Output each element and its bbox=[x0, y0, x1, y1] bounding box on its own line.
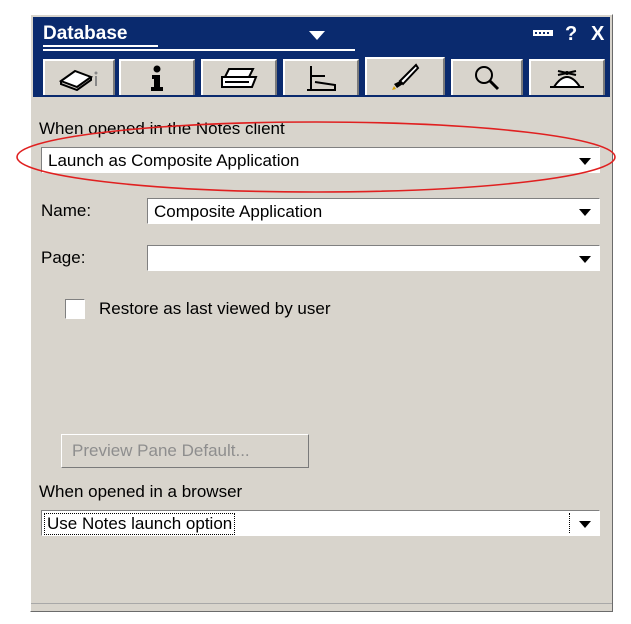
chevron-down-icon[interactable] bbox=[579, 158, 591, 165]
notes-client-section-label: When opened in the Notes client bbox=[39, 119, 285, 138]
browser-section-label: When opened in a browser bbox=[39, 482, 243, 501]
title-underline bbox=[43, 49, 355, 51]
properties-window: Database ? X When opened in the Notes cl… bbox=[30, 14, 613, 612]
database-info-icon bbox=[58, 69, 98, 91]
magnifier-icon bbox=[475, 66, 500, 91]
name-select[interactable]: Composite Application bbox=[147, 198, 600, 224]
tab-advanced[interactable] bbox=[529, 59, 605, 95]
printer-icon bbox=[221, 68, 258, 88]
close-button[interactable]: X bbox=[591, 23, 604, 46]
combo-divider bbox=[569, 513, 571, 533]
tab-info[interactable] bbox=[119, 59, 195, 95]
name-label: Name: bbox=[41, 201, 92, 220]
window-title: Database bbox=[43, 23, 158, 47]
help-button[interactable]: ? bbox=[565, 23, 577, 46]
design-ruler-icon bbox=[307, 66, 336, 91]
info-icon bbox=[151, 65, 163, 91]
page-select[interactable] bbox=[147, 245, 600, 271]
chevron-down-icon[interactable] bbox=[579, 521, 591, 528]
notes-launch-value: Launch as Composite Application bbox=[48, 151, 300, 170]
panel-bottom-edge bbox=[31, 603, 612, 604]
tab-launch[interactable] bbox=[365, 57, 445, 95]
tab-print[interactable] bbox=[201, 59, 277, 95]
tab-design[interactable] bbox=[283, 59, 359, 95]
notes-launch-select[interactable]: Launch as Composite Application bbox=[41, 147, 600, 173]
title-bar[interactable]: Database ? X bbox=[33, 17, 610, 55]
chevron-down-icon[interactable] bbox=[309, 31, 325, 40]
preview-pane-default-button[interactable]: Preview Pane Default... bbox=[61, 434, 309, 468]
propeller-hat-icon bbox=[550, 70, 584, 88]
browser-launch-select[interactable]: Use Notes launch option bbox=[41, 510, 600, 536]
restore-checkbox[interactable] bbox=[65, 299, 85, 319]
page-label: Page: bbox=[41, 248, 86, 267]
name-value: Composite Application bbox=[154, 202, 323, 221]
browser-launch-value: Use Notes launch option bbox=[43, 513, 236, 535]
chevron-down-icon[interactable] bbox=[579, 209, 591, 216]
tab-strip bbox=[33, 55, 610, 97]
launch-rocket-icon bbox=[392, 63, 420, 90]
chevron-down-icon[interactable] bbox=[579, 256, 591, 263]
dock-icon[interactable] bbox=[533, 30, 553, 36]
tab-basics[interactable] bbox=[43, 59, 115, 95]
tab-search[interactable] bbox=[451, 59, 523, 95]
panel-top-edge bbox=[33, 97, 610, 101]
restore-label: Restore as last viewed by user bbox=[99, 299, 331, 318]
